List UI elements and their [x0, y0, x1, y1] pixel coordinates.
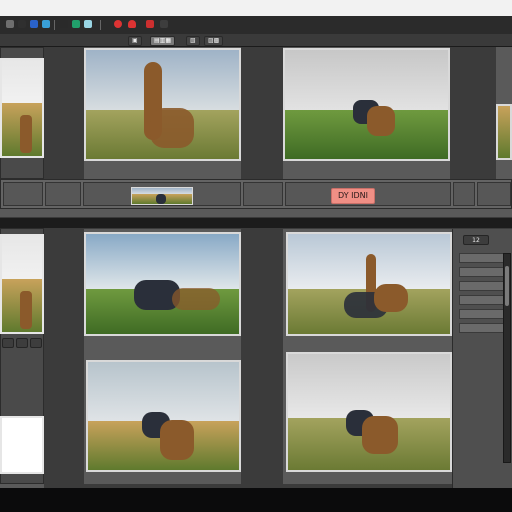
strip-cell[interactable] — [243, 182, 283, 206]
left-panel-button-2[interactable] — [16, 338, 28, 348]
heart-icon[interactable] — [128, 20, 136, 28]
subject-figure — [172, 288, 220, 310]
folder-icon[interactable] — [6, 20, 14, 28]
tab-bar: ▣ ▤▥▦ ▧ ▨▩ — [0, 34, 512, 47]
bottom-gutter-1 — [44, 228, 84, 484]
app-window: ▣ ▤▥▦ ▧ ▨▩ DY IDNI 12 — [0, 16, 512, 488]
save-icon[interactable] — [18, 20, 26, 28]
photo-thumb-3[interactable] — [84, 232, 241, 336]
toolbar-separator — [100, 20, 101, 30]
left-thumb-bottom-1[interactable] — [0, 234, 44, 334]
left-thumb-bottom-2[interactable] — [0, 416, 44, 474]
dock-item[interactable] — [459, 253, 507, 263]
strip-cell[interactable] — [45, 182, 81, 206]
top-gutter-3 — [450, 47, 496, 179]
subject-figure — [160, 420, 194, 460]
menu-icon[interactable] — [160, 20, 168, 28]
bottom-strip — [44, 484, 452, 488]
tab-3[interactable]: ▧ — [186, 36, 200, 46]
camera-icon[interactable] — [60, 20, 68, 28]
field — [498, 106, 510, 158]
record-icon[interactable] — [114, 20, 122, 28]
sky — [2, 418, 42, 472]
left-panel-button-1[interactable] — [2, 338, 14, 348]
sky — [86, 50, 239, 110]
dock-count: 12 — [463, 235, 489, 245]
sky — [2, 236, 42, 280]
bezel-top — [0, 0, 512, 16]
tab-1[interactable]: ▣ — [128, 36, 142, 46]
subject-figure — [150, 108, 194, 148]
strip-cell[interactable] — [3, 182, 43, 206]
dock-scrollbar[interactable] — [503, 253, 511, 463]
top-strip: DY IDNI — [0, 179, 512, 209]
subject-figure — [362, 416, 398, 454]
alert-icon[interactable] — [146, 20, 154, 28]
sky — [288, 354, 450, 418]
toolbar-separator — [54, 20, 55, 30]
crop-icon[interactable] — [42, 20, 50, 28]
photo-thumb-6[interactable] — [286, 352, 452, 472]
photo-thumb-5[interactable] — [86, 360, 241, 472]
subject-figure — [367, 106, 395, 136]
dock-item[interactable] — [459, 323, 507, 333]
photo-thumb-1[interactable] — [84, 48, 241, 161]
dock-item[interactable] — [459, 267, 507, 277]
left-panel-button-3[interactable] — [30, 338, 42, 348]
tab-4[interactable]: ▨▩ — [204, 36, 224, 46]
settings-icon[interactable] — [84, 20, 92, 28]
top-gutter-2 — [241, 47, 283, 179]
grid-icon[interactable] — [30, 20, 38, 28]
dock-item[interactable] — [459, 281, 507, 291]
dock-item[interactable] — [459, 295, 507, 305]
highlight-badge[interactable]: DY IDNI — [331, 188, 376, 204]
subject-figure — [20, 115, 32, 153]
subject-figure — [20, 291, 32, 329]
right-dock: 12 — [452, 229, 512, 488]
tab-2[interactable]: ▤▥▦ — [150, 36, 176, 46]
top-toolbar — [0, 16, 512, 35]
screen: ▣ ▤▥▦ ▧ ▨▩ DY IDNI 12 — [0, 0, 512, 512]
dock-item[interactable] — [459, 309, 507, 319]
left-thumb-top[interactable] — [0, 58, 44, 158]
bottom-gutter-2 — [241, 228, 283, 484]
subject-figure — [156, 194, 166, 204]
film-icon[interactable] — [72, 20, 80, 28]
top-gutter-1 — [44, 47, 84, 179]
strip-cell[interactable] — [453, 182, 475, 206]
subject-figure — [374, 284, 408, 312]
strip-cell[interactable] — [477, 182, 511, 206]
photo-thumb-2[interactable] — [283, 48, 450, 161]
right-thumb-top[interactable] — [496, 104, 512, 160]
dock-scroll-knob[interactable] — [505, 266, 509, 306]
strip-thumb[interactable] — [131, 187, 193, 205]
photo-thumb-4[interactable] — [286, 232, 452, 336]
sky — [2, 60, 42, 104]
